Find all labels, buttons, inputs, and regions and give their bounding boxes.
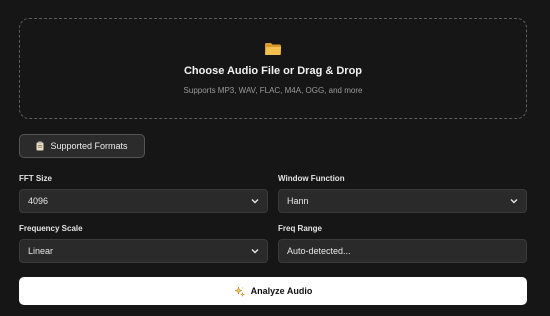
window-function-value: Hann xyxy=(287,196,309,206)
freq-range-input[interactable]: Auto-detected... xyxy=(278,239,527,263)
frequency-scale-value: Linear xyxy=(28,246,54,256)
fft-size-value: 4096 xyxy=(28,196,49,206)
chevron-down-icon xyxy=(251,199,259,204)
analyze-audio-label: Analyze Audio xyxy=(250,286,313,296)
frequency-scale-label: Frequency Scale xyxy=(19,224,83,233)
dropzone-subtitle: Supports MP3, WAV, FLAC, M4A, OGG, and m… xyxy=(183,86,363,95)
freq-range-label: Freq Range xyxy=(278,224,323,233)
fft-size-label: FFT Size xyxy=(19,174,52,183)
chevron-down-icon xyxy=(251,249,259,254)
folder-icon xyxy=(265,43,282,55)
supported-formats-button[interactable]: Supported Formats xyxy=(19,134,145,158)
window-function-label: Window Function xyxy=(278,174,345,183)
fft-size-select[interactable]: 4096 xyxy=(19,189,268,213)
freq-range-value: Auto-detected... xyxy=(287,246,351,256)
chevron-down-icon xyxy=(510,199,518,204)
file-dropzone[interactable]: Choose Audio File or Drag & Drop Support… xyxy=(19,18,527,119)
clipboard-icon xyxy=(36,141,44,151)
supported-formats-label: Supported Formats xyxy=(50,141,128,151)
dropzone-title: Choose Audio File or Drag & Drop xyxy=(183,65,363,77)
sparkle-icon xyxy=(233,285,245,297)
frequency-scale-select[interactable]: Linear xyxy=(19,239,268,263)
window-function-select[interactable]: Hann xyxy=(278,189,527,213)
analyze-audio-button[interactable]: Analyze Audio xyxy=(19,277,527,305)
